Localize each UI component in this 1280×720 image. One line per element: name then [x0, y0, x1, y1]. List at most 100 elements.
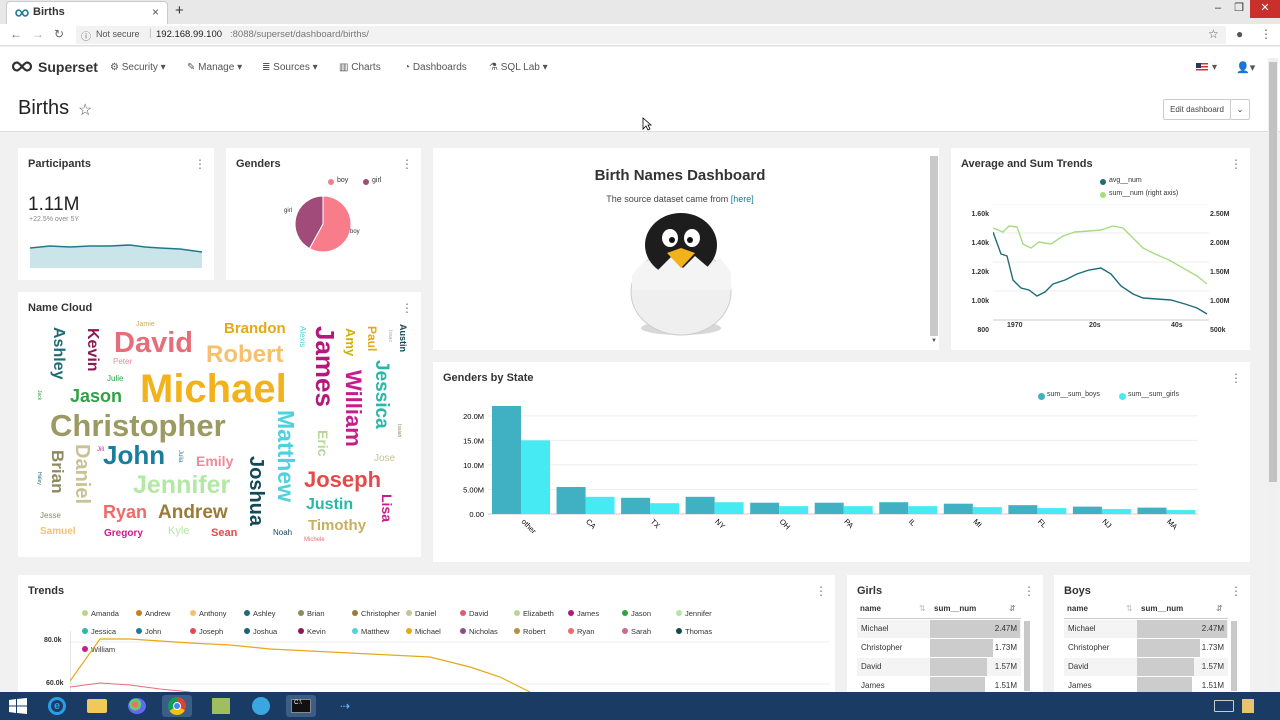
table-row[interactable]: Michael 2.47M	[857, 620, 1021, 638]
menu-sources[interactable]: ≣ Sources ▾	[262, 62, 318, 73]
bar-TX-sum__sum_girls[interactable]	[650, 503, 680, 514]
bar-IL-sum__sum_girls[interactable]	[908, 506, 938, 514]
menu-sql-lab[interactable]: ⚗ SQL Lab ▾	[489, 62, 548, 73]
menu-dashboards[interactable]: ◔ Dashboards	[404, 62, 467, 73]
windows-start-icon[interactable]	[9, 698, 27, 714]
table-row[interactable]: David 1.57M	[857, 658, 1021, 676]
superset-logo-icon[interactable]	[11, 61, 33, 72]
us-flag-icon[interactable]	[1196, 63, 1208, 72]
legend-item-Ashley[interactable]: Ashley	[244, 607, 292, 620]
sort-icon[interactable]: ⇅	[1126, 604, 1133, 613]
menu-charts[interactable]: ▥ Charts	[339, 62, 381, 73]
notification-icon[interactable]	[1242, 699, 1254, 713]
keyboard-icon[interactable]	[1214, 700, 1234, 712]
profile-icon[interactable]: ●	[1236, 27, 1243, 41]
legend-item-Elizabeth[interactable]: Elizabeth	[514, 607, 562, 620]
table-scrollbar[interactable]	[1024, 621, 1030, 691]
remote-desktop-icon[interactable]: ⇢	[330, 695, 360, 717]
sort-icon[interactable]: ⇅	[919, 604, 926, 613]
legend-item-James[interactable]: James	[568, 607, 616, 620]
app-icon[interactable]	[206, 695, 236, 717]
bar-CA-sum__sum_boys[interactable]	[556, 487, 586, 514]
scroll-down-icon[interactable]: ▼	[931, 338, 937, 344]
legend-item-Brian[interactable]: Brian	[298, 607, 346, 620]
bar-OH-sum__sum_girls[interactable]	[779, 506, 809, 514]
column-header-sum[interactable]: sum__num	[934, 604, 976, 613]
browser-menu-icon[interactable]: ⋮	[1260, 27, 1272, 41]
legend-item-Jason[interactable]: Jason	[622, 607, 670, 620]
bar-MA-sum__sum_girls[interactable]	[1166, 510, 1196, 514]
legend-avg[interactable]: avg__num	[1109, 177, 1142, 184]
bar-other-sum__sum_girls[interactable]	[521, 440, 550, 514]
bar-NY-sum__sum_boys[interactable]	[685, 496, 715, 514]
back-icon[interactable]: ←	[10, 27, 22, 41]
bar-PA-sum__sum_boys[interactable]	[814, 502, 844, 514]
bar-MI-sum__sum_boys[interactable]	[943, 503, 973, 514]
bookmark-star-icon[interactable]: ☆	[1208, 27, 1219, 41]
card-menu-icon[interactable]: ⋮	[1230, 157, 1242, 171]
forward-icon[interactable]: →	[32, 27, 44, 41]
bar-NJ-sum__sum_girls[interactable]	[1101, 509, 1131, 514]
table-row[interactable]: James 1.51M	[1064, 677, 1228, 692]
minimize-icon[interactable]: –	[1208, 0, 1228, 18]
bar-NJ-sum__sum_boys[interactable]	[1072, 506, 1102, 514]
reload-icon[interactable]: ↻	[54, 27, 64, 41]
page-scrollbar[interactable]	[1268, 58, 1278, 692]
page-scroll-thumb[interactable]	[1269, 62, 1277, 482]
bar-NY-sum__sum_girls[interactable]	[714, 502, 744, 514]
legend-item-Anthony[interactable]: Anthony	[190, 607, 238, 620]
file-explorer-icon[interactable]	[82, 695, 112, 717]
new-tab-button[interactable]: +	[175, 2, 184, 19]
bar-PA-sum__sum_girls[interactable]	[843, 506, 873, 514]
user-icon[interactable]: 👤▾	[1236, 61, 1255, 74]
language-caret-icon[interactable]: ▾	[1212, 62, 1217, 73]
terminal-icon[interactable]: C:\	[286, 695, 316, 717]
card-menu-icon[interactable]: ⋮	[194, 157, 206, 171]
tab-close-icon[interactable]: ×	[152, 5, 159, 19]
brand-name[interactable]: Superset	[38, 59, 98, 75]
legend-item-Amanda[interactable]: Amanda	[82, 607, 130, 620]
legend-boy[interactable]: boy	[337, 177, 348, 184]
bar-MI-sum__sum_girls[interactable]	[972, 507, 1002, 514]
legend-item-David[interactable]: David	[460, 607, 508, 620]
edit-dashboard-button[interactable]: Edit dashboard	[1163, 99, 1231, 120]
source-link[interactable]: [here]	[731, 194, 754, 204]
card-menu-icon[interactable]: ⋮	[1023, 584, 1035, 598]
bar-other-sum__sum_boys[interactable]	[492, 406, 521, 514]
legend-item-Andrew[interactable]: Andrew	[136, 607, 184, 620]
column-header-name[interactable]: name	[860, 604, 881, 613]
chrome-icon[interactable]	[162, 695, 192, 717]
table-row[interactable]: James 1.51M	[857, 677, 1021, 692]
column-header-sum[interactable]: sum__num	[1141, 604, 1183, 613]
menu-manage[interactable]: ✎ Manage ▾	[187, 62, 242, 73]
markup-scrollbar[interactable]	[930, 156, 938, 336]
legend-item-Daniel[interactable]: Daniel	[406, 607, 454, 620]
maximize-icon[interactable]: ❐	[1229, 0, 1249, 18]
bar-TX-sum__sum_boys[interactable]	[621, 497, 651, 514]
bar-IL-sum__sum_boys[interactable]	[879, 502, 909, 514]
menu-security[interactable]: ⚙ Security ▾	[110, 62, 166, 73]
bar-FL-sum__sum_girls[interactable]	[1037, 508, 1067, 514]
card-menu-icon[interactable]: ⋮	[401, 157, 413, 171]
legend-girl[interactable]: girl	[372, 177, 381, 184]
bar-FL-sum__sum_boys[interactable]	[1008, 505, 1038, 514]
sort-desc-icon[interactable]: ⇵	[1009, 604, 1016, 613]
card-menu-icon[interactable]: ⋮	[1230, 584, 1242, 598]
bar-OH-sum__sum_boys[interactable]	[750, 502, 780, 514]
card-menu-icon[interactable]: ⋮	[815, 584, 827, 598]
table-row[interactable]: David 1.57M	[1064, 658, 1228, 676]
docker-icon[interactable]	[246, 695, 276, 717]
legend-item-Christopher[interactable]: Christopher	[352, 607, 400, 620]
bar-MA-sum__sum_boys[interactable]	[1137, 507, 1167, 514]
table-scrollbar[interactable]	[1231, 621, 1237, 691]
close-window-icon[interactable]: ✕	[1250, 0, 1280, 18]
internet-explorer-icon[interactable]: e	[42, 695, 72, 717]
table-row[interactable]: Christopher 1.73M	[1064, 639, 1228, 657]
legend-sum[interactable]: sum__num (right axis)	[1109, 190, 1178, 197]
table-row[interactable]: Christopher 1.73M	[857, 639, 1021, 657]
favorite-star-icon[interactable]: ☆	[78, 100, 92, 120]
address-bar[interactable]: ⓘ Not secure | 192.168.99.100 :8088/supe…	[76, 26, 1226, 44]
legend-item-Jennifer[interactable]: Jennifer	[676, 607, 724, 620]
table-row[interactable]: Michael 2.47M	[1064, 620, 1228, 638]
paint-icon[interactable]	[122, 695, 152, 717]
